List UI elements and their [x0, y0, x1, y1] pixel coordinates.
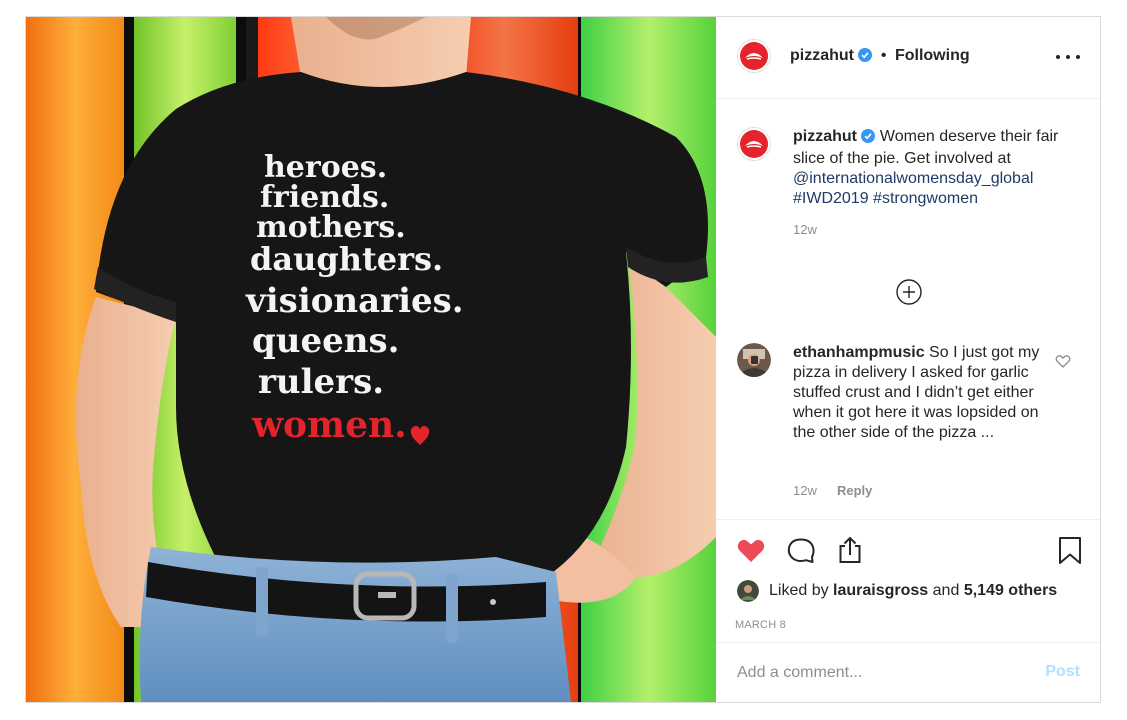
post-side-panel: pizzahut • Following pizzahut Women dese…	[716, 17, 1100, 702]
shirt-line-8: women.	[251, 404, 407, 446]
comment-timestamp[interactable]: 12w	[793, 483, 817, 498]
add-comment-input[interactable]	[737, 661, 1027, 685]
following-button[interactable]: Following	[895, 47, 970, 64]
likes-joiner: and	[932, 582, 960, 599]
comment-icon[interactable]	[786, 535, 816, 565]
shirt-line-7: rulers.	[258, 362, 384, 402]
comment-text: ethanhampmusic So I just got my pizza in…	[793, 343, 1053, 443]
comment-like-heart-icon[interactable]	[1055, 353, 1071, 369]
caption-avatar[interactable]	[737, 127, 771, 161]
post-actions: Liked by lauraisgross and 5,149 others M…	[716, 519, 1100, 642]
comment-username[interactable]: ethanhampmusic	[793, 344, 925, 361]
instagram-post: heroes. friends. mothers. daughters. vis…	[25, 16, 1101, 703]
likes-prefix: Liked by	[769, 582, 829, 599]
post-header: pizzahut • Following	[716, 17, 1100, 99]
shirt-line-4: daughters.	[250, 240, 443, 278]
bookmark-icon[interactable]	[1055, 535, 1085, 565]
photo-illustration: heroes. friends. mothers. daughters. vis…	[26, 17, 716, 702]
post-photo[interactable]: heroes. friends. mothers. daughters. vis…	[26, 17, 716, 702]
likes-text: Liked by lauraisgross and 5,149 others	[769, 582, 1057, 600]
heart-filled-icon[interactable]	[736, 535, 766, 565]
header-username[interactable]: pizzahut	[790, 47, 854, 64]
liker-avatar[interactable]	[737, 580, 759, 602]
liker-username[interactable]: lauraisgross	[833, 582, 928, 599]
shirt-line-6: queens.	[252, 321, 399, 361]
plus-circle-icon[interactable]	[896, 279, 922, 305]
mention-link[interactable]: @internationalwomensday_global	[793, 170, 1033, 187]
share-icon[interactable]	[835, 535, 865, 565]
header-separator: •	[880, 47, 887, 64]
verified-badge-icon	[861, 129, 876, 149]
hashtag-strongwomen[interactable]: #strongwomen	[873, 190, 978, 207]
comments-scroll-area[interactable]: pizzahut Women deserve their fair slice …	[716, 99, 1100, 519]
caption-text: pizzahut Women deserve their fair slice …	[793, 127, 1083, 209]
commenter-photo	[737, 343, 771, 377]
post-date[interactable]: MARCH 8	[735, 619, 786, 631]
caption-timestamp[interactable]: 12w	[793, 222, 817, 237]
likes-others-count[interactable]: 5,149 others	[964, 582, 1057, 599]
commenter-avatar[interactable]	[737, 343, 771, 377]
pizzahut-logo-icon	[740, 130, 768, 158]
verified-badge-icon	[858, 48, 873, 67]
pizzahut-logo-icon	[740, 42, 768, 70]
comment-reply-button[interactable]: Reply	[837, 483, 872, 498]
hashtag-iwd2019[interactable]: #IWD2019	[793, 190, 869, 207]
shirt-line-5: visionaries.	[245, 281, 464, 321]
header-user-line: pizzahut • Following	[790, 47, 970, 67]
more-options-icon[interactable]	[1056, 45, 1080, 69]
caption-username[interactable]: pizzahut	[793, 128, 857, 145]
add-comment-bar: Post	[716, 642, 1100, 703]
pizzahut-avatar[interactable]	[737, 39, 771, 73]
post-comment-button[interactable]: Post	[1045, 663, 1080, 681]
